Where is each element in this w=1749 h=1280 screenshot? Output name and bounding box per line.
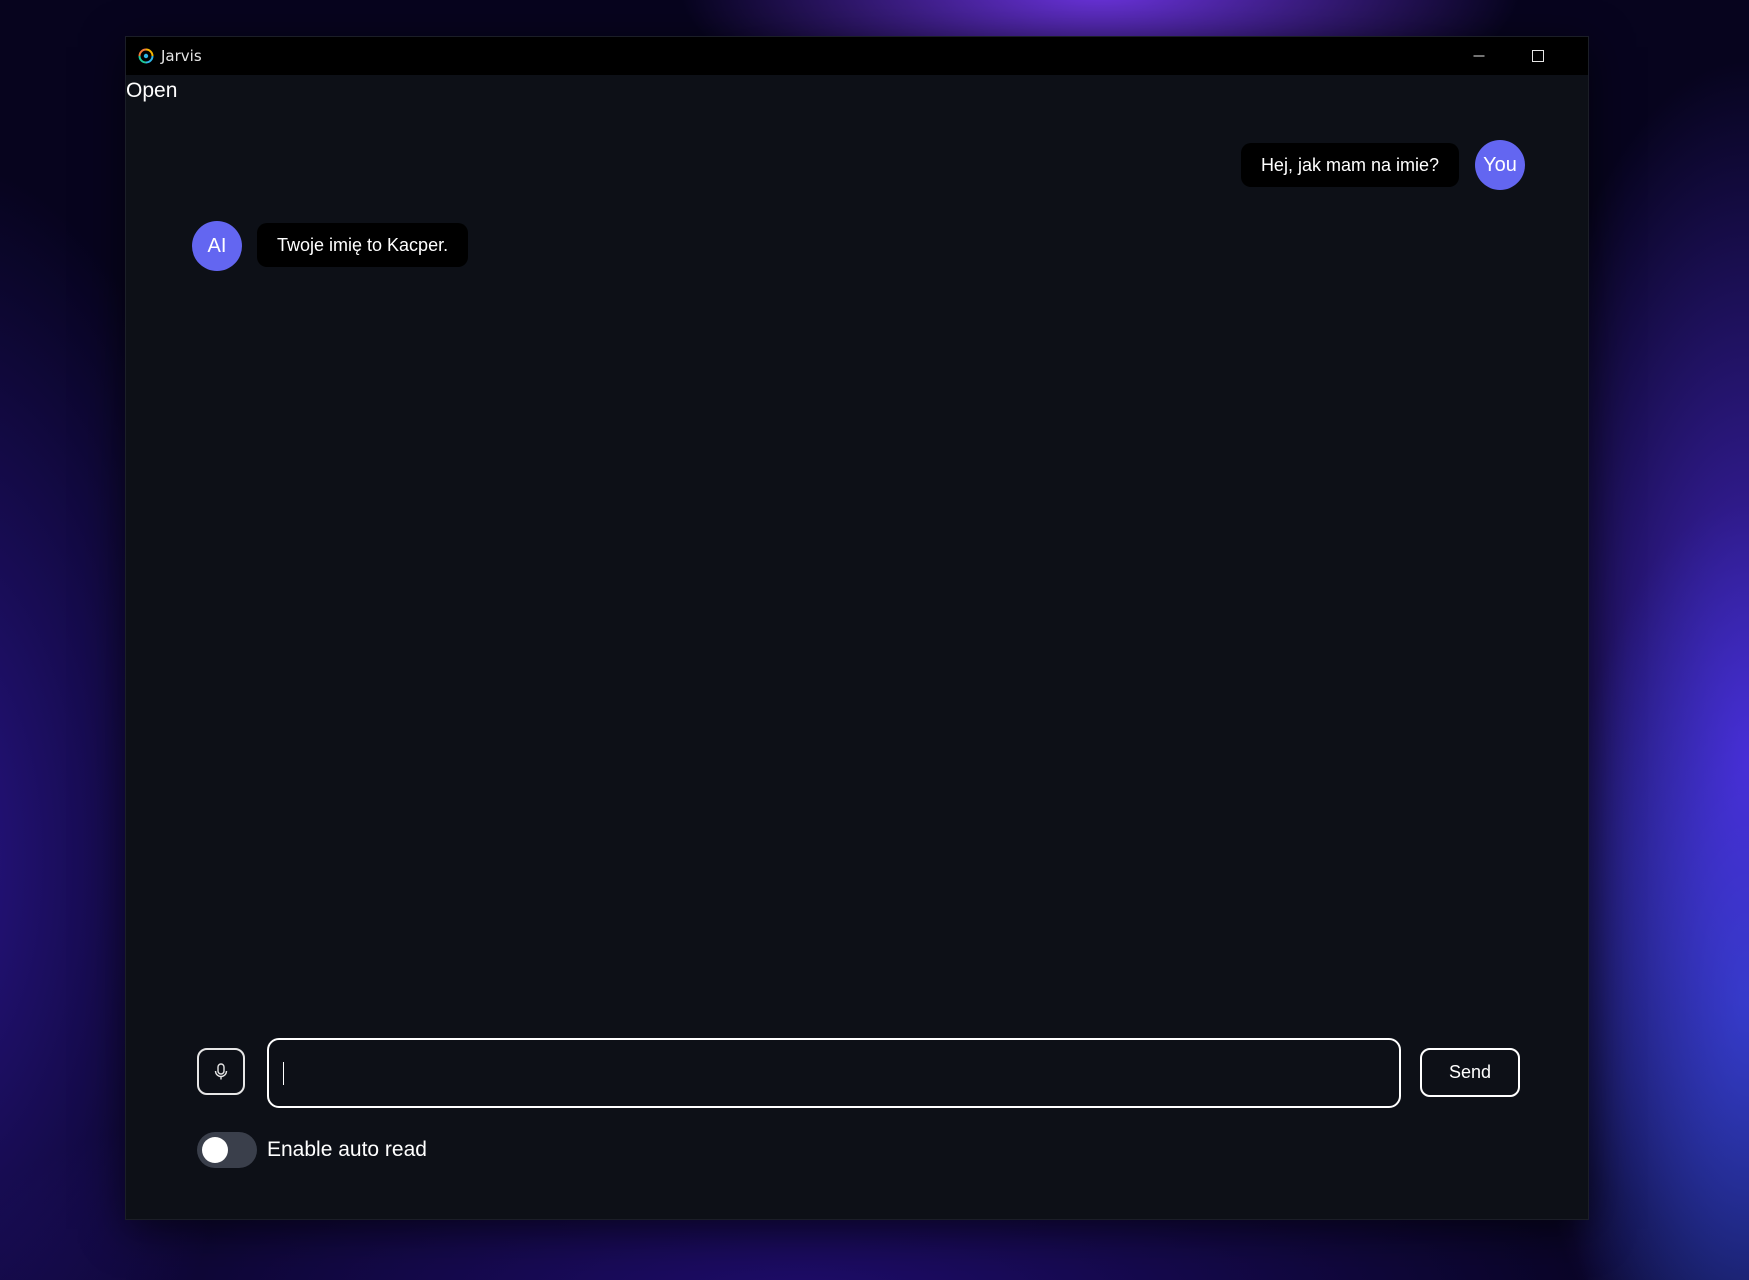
user-message-bubble: Hej, jak mam na imie? (1240, 143, 1459, 187)
ai-message-bubble: Twoje imię to Kacper. (257, 223, 469, 267)
open-menu[interactable]: Open (126, 79, 177, 103)
minimize-icon (1473, 55, 1485, 57)
maximize-button[interactable] (1509, 37, 1567, 75)
close-button[interactable] (1567, 37, 1588, 75)
microphone-icon (214, 1062, 228, 1079)
title-bar: Jarvis (126, 37, 1588, 75)
app-window: Jarvis Open Hej, jak mam na imie? You AI… (126, 37, 1588, 1219)
app-logo-icon (138, 48, 154, 64)
text-caret (283, 1062, 284, 1085)
auto-read-label: Enable auto read (267, 1138, 427, 1161)
microphone-button[interactable] (197, 1048, 245, 1095)
ai-avatar: AI (192, 221, 242, 271)
window-title: Jarvis (161, 47, 202, 65)
maximize-icon (1532, 50, 1544, 62)
message-input[interactable] (267, 1038, 1401, 1108)
minimize-button[interactable] (1450, 37, 1508, 75)
send-button[interactable]: Send (1420, 1048, 1520, 1097)
auto-read-toggle[interactable] (197, 1132, 257, 1168)
user-avatar: You (1475, 140, 1525, 190)
toggle-knob (202, 1137, 228, 1163)
